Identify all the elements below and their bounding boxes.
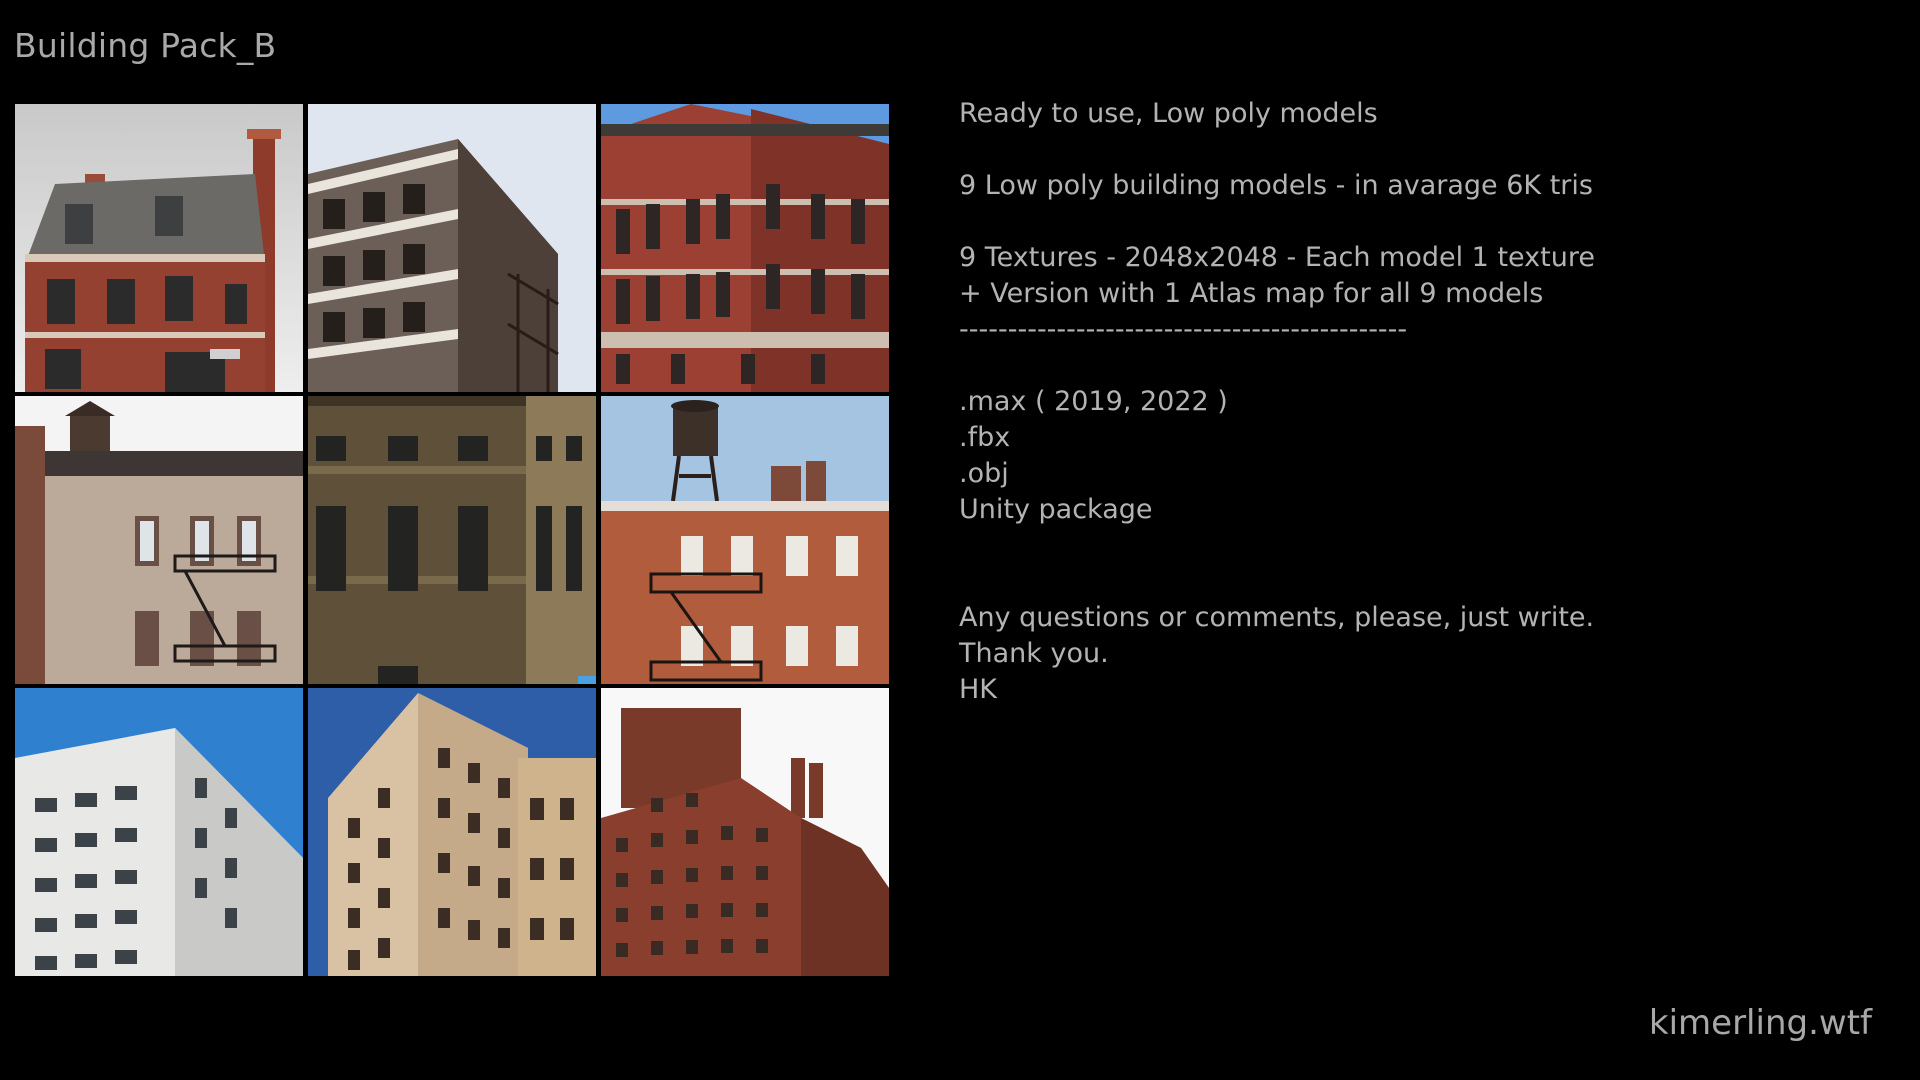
building-preview-6	[601, 396, 889, 684]
building-preview-4	[15, 396, 303, 684]
product-page: Building Pack_B Ready to use, Low poly m…	[0, 0, 1920, 1080]
building-preview-3	[601, 104, 889, 392]
page-title: Building Pack_B	[14, 26, 277, 65]
author-signature: HK	[959, 674, 998, 705]
format-item: .obj	[959, 458, 1009, 489]
contact-line: Any questions or comments, please, just …	[959, 602, 1595, 633]
separator-line: ----------------------------------------…	[959, 314, 1408, 345]
product-description: Ready to use, Low poly models 9 Low poly…	[959, 96, 1839, 708]
building-preview-8	[308, 688, 596, 976]
building-preview-grid	[15, 104, 889, 976]
building-preview-1	[15, 104, 303, 392]
description-line: Ready to use, Low poly models	[959, 98, 1378, 129]
building-preview-7	[15, 688, 303, 976]
contact-line: Thank you.	[959, 638, 1109, 669]
building-preview-5	[308, 396, 596, 684]
website-label: kimerling.wtf	[1648, 1003, 1872, 1043]
building-preview-9	[601, 688, 889, 976]
description-line: 9 Low poly building models - in avarage …	[959, 170, 1593, 201]
format-item: Unity package	[959, 494, 1153, 525]
format-item: .max ( 2019, 2022 )	[959, 386, 1228, 417]
building-preview-2	[308, 104, 596, 392]
format-item: .fbx	[959, 422, 1011, 453]
description-line: 9 Textures - 2048x2048 - Each model 1 te…	[959, 242, 1595, 273]
description-line: + Version with 1 Atlas map for all 9 mod…	[959, 278, 1544, 309]
